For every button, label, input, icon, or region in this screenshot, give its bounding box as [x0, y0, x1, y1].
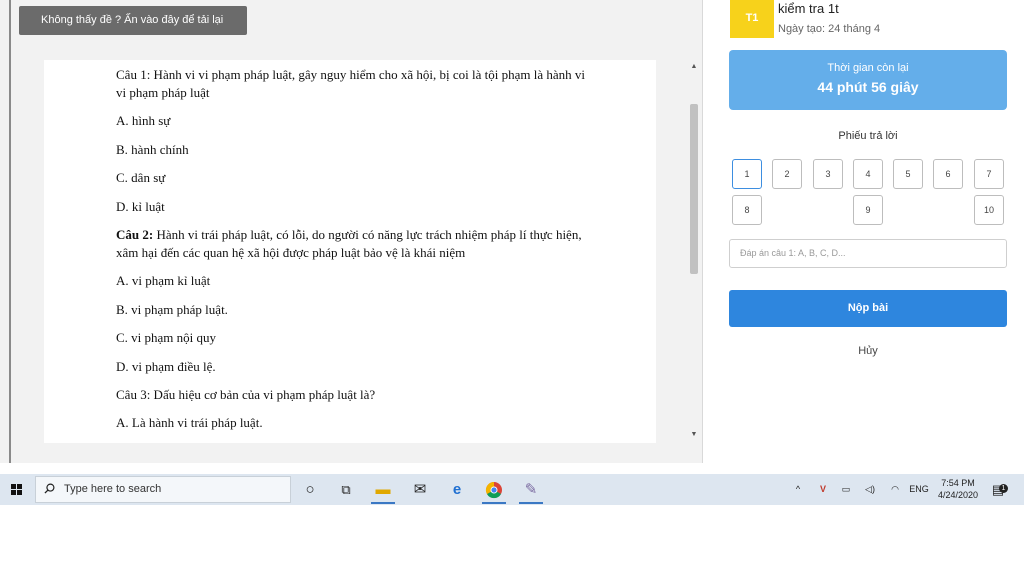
windows-logo-icon — [11, 484, 23, 496]
answer-box-4[interactable]: 4 — [853, 159, 883, 189]
volume-icon[interactable]: ◁) — [861, 474, 879, 505]
task-view-icon[interactable]: ⧉ — [331, 477, 361, 502]
search-icon — [44, 483, 55, 494]
submit-button[interactable]: Nộp bài — [729, 290, 1007, 327]
scroll-up-arrow-icon[interactable]: ▲ — [690, 62, 698, 72]
question-1-option-b: B. hành chính — [116, 141, 189, 157]
question-1-option-c: C. dân sự — [116, 170, 166, 185]
answer-box-10[interactable]: 10 — [974, 195, 1004, 225]
language-indicator[interactable]: ENG — [908, 474, 930, 505]
reload-test-button[interactable]: Không thấy đề ? Ấn vào đây để tải lại — [19, 6, 247, 35]
chrome-icon[interactable] — [479, 477, 509, 504]
timer-label: Thời gian còn lại — [827, 62, 909, 74]
question-2-title: Câu 2: Hành vi trái pháp luật, có lỗi, d… — [116, 226, 596, 262]
question-1-option-a: A. hình sự — [116, 113, 171, 128]
question-1-title: Câu 1: Hành vi vi phạm pháp luật, gây ng… — [116, 66, 596, 102]
question-1-text: Câu 1: Hành vi vi phạm pháp luật, gây ng… — [116, 67, 585, 100]
answer-box-9[interactable]: 9 — [853, 195, 883, 225]
question-3-text: Câu 3: Dấu hiệu cơ bản của vi phạm pháp … — [116, 387, 376, 402]
scroll-thumb[interactable] — [690, 104, 698, 274]
question-pane: Không thấy đề ? Ấn vào đây để tải lại Câ… — [0, 0, 703, 463]
scroll-down-arrow-icon[interactable]: ▼ — [690, 430, 698, 440]
active-indicator — [519, 502, 543, 504]
pane-border — [9, 0, 11, 463]
question-list: Câu 1: Hành vi vi phạm pháp luật, gây ng… — [116, 66, 596, 443]
windows-taskbar: Type here to search ○ ⧉ ▬ ✉ e ✎ ^ V ▭ ◁)… — [0, 474, 1024, 505]
document-scrollbar[interactable]: ▲ ▼ — [688, 60, 700, 443]
question-1-option-d: D. kỉ luật — [116, 198, 165, 214]
tray-chevron-up-icon[interactable]: ^ — [790, 474, 806, 505]
answer-box-2[interactable]: 2 — [772, 159, 802, 189]
answer-box-1[interactable]: 1 — [732, 159, 762, 189]
cancel-link[interactable]: Hủy — [729, 345, 1007, 357]
answer-box-7[interactable]: 7 — [974, 159, 1004, 189]
antivirus-icon[interactable]: V — [815, 474, 831, 505]
question-3-option-a: A. Là hành vi trái pháp luật. — [116, 415, 263, 430]
answer-box-8[interactable]: 8 — [732, 195, 762, 225]
test-avatar: T1 — [730, 0, 774, 38]
edge-icon[interactable]: e — [442, 477, 472, 502]
question-2-option-c: C. vi phạm nội quy — [116, 330, 217, 345]
paint-icon[interactable]: ✎ — [516, 477, 546, 504]
clock-date: 4/24/2020 — [937, 490, 979, 500]
timer-value: 44 phút 56 giây — [817, 79, 919, 95]
notification-badge: 1 — [999, 484, 1008, 493]
start-button[interactable] — [0, 474, 34, 505]
answer-box-3[interactable]: 3 — [813, 159, 843, 189]
battery-icon[interactable]: ▭ — [838, 474, 854, 505]
question-2-option-d: D. vi phạm điều lệ. — [116, 358, 216, 374]
answer-box-6[interactable]: 6 — [933, 159, 963, 189]
notification-icon[interactable]: ▤ 1 — [988, 474, 1008, 505]
chrome-logo-icon — [485, 481, 502, 499]
mail-icon[interactable]: ✉ — [405, 477, 435, 502]
answer-input[interactable]: Đáp án câu 1: A, B, C, D... — [729, 239, 1007, 268]
wifi-icon[interactable]: ◠ — [886, 474, 904, 505]
question-2-option-b: B. vi phạm pháp luật. — [116, 301, 228, 317]
time-remaining-card: Thời gian còn lại 44 phút 56 giây — [729, 50, 1007, 110]
file-explorer-icon[interactable]: ▬ — [368, 477, 398, 504]
question-3-title: Câu 3: Dấu hiệu cơ bản của vi phạm pháp … — [116, 386, 596, 404]
answer-sheet-title: Phiếu trả lời — [838, 130, 898, 142]
question-2-option-a: A. vi phạm kỉ luật — [116, 273, 211, 288]
answer-panel: T1 kiểm tra 1t Ngày tạo: 24 tháng 4 Thời… — [703, 0, 1024, 463]
active-indicator — [371, 502, 395, 504]
question-document: Câu 1: Hành vi vi phạm pháp luật, gây ng… — [44, 60, 656, 443]
taskbar-search[interactable]: Type here to search — [35, 476, 291, 503]
cortana-icon[interactable]: ○ — [295, 477, 325, 502]
search-placeholder: Type here to search — [64, 483, 162, 495]
test-created-date: Ngày tạo: 24 tháng 4 — [778, 23, 881, 35]
clock-time: 7:54 PM — [941, 478, 975, 488]
test-title: kiểm tra 1t — [778, 1, 839, 16]
active-indicator — [482, 502, 506, 504]
question-2-text: Hành vi trái pháp luật, có lỗi, do người… — [116, 227, 582, 260]
taskbar-clock[interactable]: 7:54 PM 4/24/2020 — [932, 477, 984, 501]
answer-box-5[interactable]: 5 — [893, 159, 923, 189]
question-2-prefix: Câu 2: — [116, 227, 154, 242]
